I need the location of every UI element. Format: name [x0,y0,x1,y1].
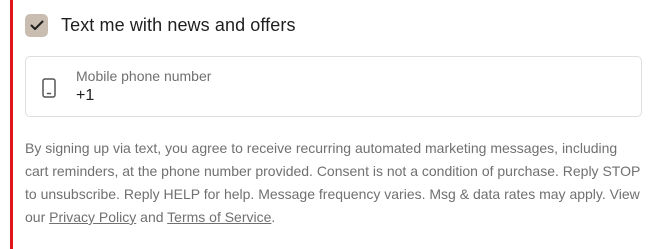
sms-optin-row[interactable]: Text me with news and offers [25,13,296,37]
sms-optin-label[interactable]: Text me with news and offers [61,15,296,36]
terms-of-service-link[interactable]: Terms of Service [167,209,271,225]
mobile-phone-field[interactable]: Mobile phone number [25,56,642,117]
checkmark-icon [30,20,43,30]
mobile-phone-input[interactable] [76,87,616,105]
sms-optin-checkbox[interactable] [25,13,48,37]
error-accent-bar [10,0,13,249]
sms-consent-section: Text me with news and offers Mobile phon… [0,0,667,249]
mobile-phone-label: Mobile phone number [76,68,212,84]
privacy-policy-link[interactable]: Privacy Policy [49,209,136,225]
mobile-phone-icon [42,78,56,98]
disclaimer-and-text: and [136,209,168,225]
disclaimer-end-text: . [271,209,276,225]
sms-disclaimer: By signing up via text, you agree to rec… [25,137,643,229]
